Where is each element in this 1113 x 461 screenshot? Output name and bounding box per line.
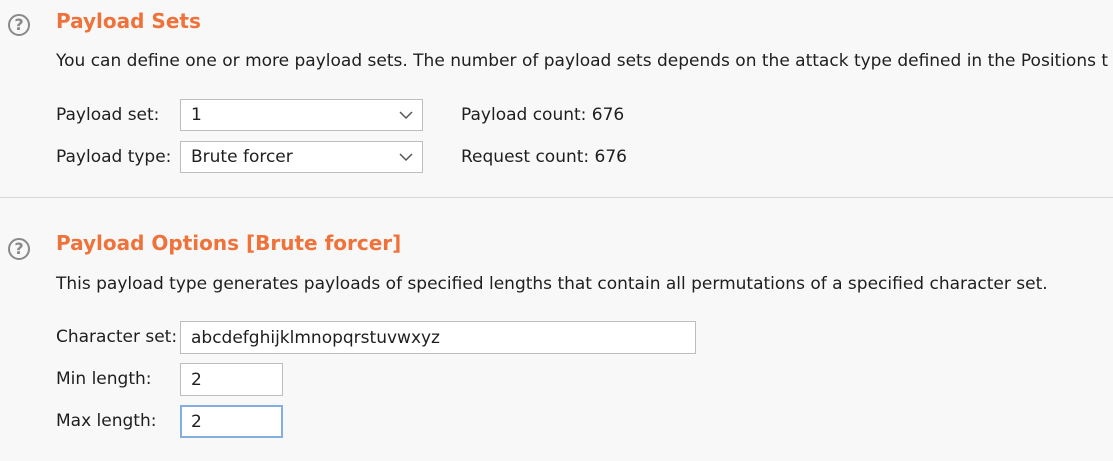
payload-set-select[interactable]: 1 (180, 99, 423, 131)
payload-count-text: Payload count: 676 (461, 105, 625, 125)
max-length-input[interactable] (180, 405, 283, 438)
section-divider (0, 197, 1113, 198)
chevron-down-icon (399, 111, 413, 120)
payload-sets-description: You can define one or more payload sets.… (56, 51, 1109, 71)
payload-set-label: Payload set: (56, 105, 160, 125)
max-length-label: Max length: (56, 411, 157, 431)
min-length-input[interactable] (180, 363, 283, 396)
character-set-label: Character set: (56, 327, 178, 347)
chevron-down-icon (399, 153, 413, 162)
character-set-input[interactable] (180, 321, 696, 354)
payload-sets-help-icon[interactable]: ? (8, 14, 30, 36)
payload-type-value: Brute forcer (191, 147, 293, 167)
payload-options-help-icon[interactable]: ? (8, 238, 30, 260)
payload-sets-title: Payload Sets (56, 9, 201, 33)
payload-options-title: Payload Options [Brute forcer] (56, 231, 402, 255)
payload-set-value: 1 (191, 105, 202, 125)
request-count-text: Request count: 676 (461, 147, 627, 167)
min-length-label: Min length: (56, 369, 152, 389)
payload-options-description: This payload type generates payloads of … (56, 274, 1048, 294)
payload-type-label: Payload type: (56, 147, 172, 167)
payload-type-select[interactable]: Brute forcer (180, 141, 423, 173)
intruder-payloads-panel: ? Payload Sets You can define one or mor… (0, 0, 1113, 461)
